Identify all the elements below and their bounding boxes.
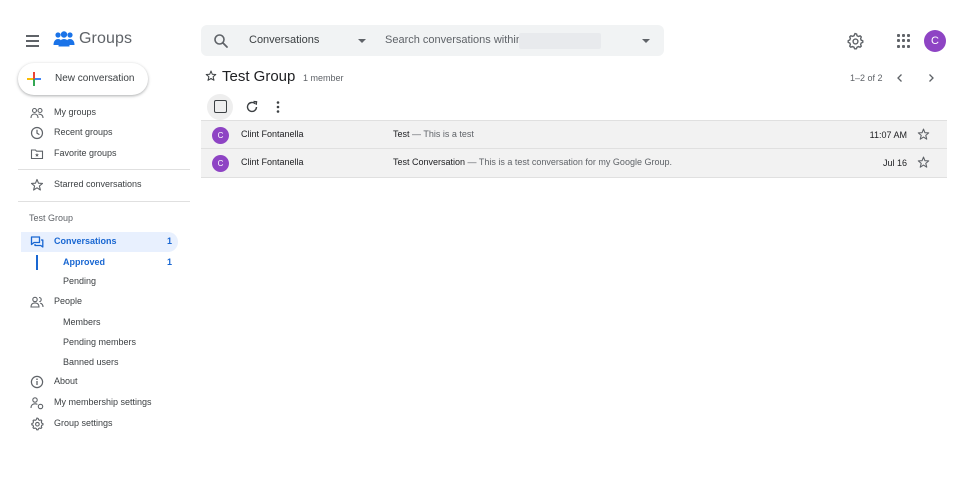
- star-conversation-icon[interactable]: [917, 156, 930, 169]
- search-icon[interactable]: [213, 33, 229, 49]
- account-avatar[interactable]: C: [924, 30, 946, 52]
- select-all-hover[interactable]: [207, 94, 233, 120]
- new-conversation-label: New conversation: [55, 73, 135, 84]
- grid-dot: [907, 34, 910, 37]
- settings-gear-icon[interactable]: [846, 32, 864, 50]
- search-group-chip: [519, 33, 601, 49]
- sidebar-item-about[interactable]: About: [0, 372, 190, 392]
- sidebar-item-conversations[interactable]: Conversations 1: [0, 232, 190, 252]
- sidebar-divider: [18, 169, 190, 170]
- conversation-subject-line: Test Conversation — This is a test conve…: [393, 157, 672, 167]
- chevron-right-icon[interactable]: [925, 72, 937, 84]
- sidebar-item-label: Banned users: [63, 357, 119, 367]
- member-count[interactable]: 1 member: [303, 73, 344, 83]
- person-settings-icon: [30, 397, 44, 410]
- grid-dot: [907, 39, 910, 43]
- caret-down-icon[interactable]: [358, 39, 366, 43]
- sidebar-item-membership-settings[interactable]: My membership settings: [0, 393, 190, 413]
- sidebar-item-banned-users[interactable]: Banned users: [0, 353, 190, 373]
- author-avatar: C: [212, 127, 229, 144]
- sidebar-item-pending[interactable]: Pending: [0, 272, 190, 292]
- conversations-icon: [30, 236, 44, 248]
- conversation-date: 11:07 AM: [869, 130, 907, 140]
- approved-count: 1: [167, 257, 173, 267]
- sidebar-item-approved[interactable]: Approved 1: [0, 253, 190, 273]
- conversation-author: Clint Fontanella: [241, 157, 304, 167]
- main-menu-button[interactable]: [24, 33, 44, 49]
- sidebar-item-label: Favorite groups: [54, 148, 117, 158]
- app-name: Groups: [79, 30, 133, 47]
- select-all-checkbox[interactable]: [214, 100, 227, 113]
- star-conversation-icon[interactable]: [917, 128, 930, 141]
- groups-people-icon: [53, 31, 75, 47]
- menu-bar: [26, 40, 39, 42]
- colorful-plus-icon: [27, 72, 41, 86]
- refresh-icon[interactable]: [245, 100, 259, 114]
- apps-grid-icon[interactable]: [897, 34, 911, 48]
- search-options-caret-icon[interactable]: [642, 39, 650, 43]
- search-scope-select[interactable]: Conversations: [249, 34, 319, 46]
- sidebar-item-label: People: [54, 296, 83, 306]
- conversation-date: Jul 16: [882, 158, 907, 168]
- grid-dot: [897, 39, 900, 43]
- sidebar-divider: [18, 201, 190, 202]
- star-outline-icon: [30, 178, 44, 191]
- grid-dot: [902, 39, 905, 43]
- sidebar-item-label: Pending members: [63, 337, 137, 347]
- conversation-snippet: — This is a test: [409, 129, 474, 139]
- sidebar-item-label: Starred conversations: [54, 179, 142, 189]
- sidebar-item-label: My membership settings: [54, 397, 152, 407]
- sidebar-item-label: About: [54, 376, 78, 386]
- sidebar-item-label: Members: [63, 317, 101, 327]
- grid-dot: [902, 34, 905, 37]
- chevron-left-icon[interactable]: [894, 72, 906, 84]
- sidebar-item-label: Pending: [63, 276, 97, 286]
- sidebar-item-group-settings[interactable]: Group settings: [0, 414, 190, 434]
- page-title: Test Group: [222, 68, 296, 85]
- search-bar[interactable]: Conversations Search conversations withi…: [201, 25, 664, 56]
- sidebar-item-label: Recent groups: [54, 127, 113, 137]
- people-outline-icon: [30, 107, 44, 119]
- sidebar-item-starred-conversations[interactable]: Starred conversations: [0, 175, 190, 195]
- sidebar-item-label: My groups: [54, 107, 97, 117]
- pagination-info: 1–2 of 2: [850, 73, 883, 83]
- conversations-count: 1: [167, 236, 173, 246]
- sidebar-item-favorite-groups[interactable]: Favorite groups: [0, 144, 190, 164]
- menu-bar: [26, 45, 39, 47]
- info-icon: [30, 375, 44, 389]
- search-input[interactable]: Search conversations within: [385, 34, 522, 46]
- conversation-row[interactable]: C Clint Fontanella Test Conversation — T…: [201, 149, 947, 178]
- gear-icon: [31, 417, 44, 431]
- menu-bar: [26, 35, 39, 37]
- sidebar-item-recent-groups[interactable]: Recent groups: [0, 123, 190, 143]
- clock-icon: [30, 126, 44, 140]
- group-section-title: Test Group: [29, 213, 74, 223]
- conversation-subject: Test: [393, 129, 410, 139]
- more-vert-icon[interactable]: [272, 100, 284, 114]
- new-conversation-button[interactable]: New conversation: [18, 63, 148, 95]
- sidebar-item-people[interactable]: People: [0, 292, 190, 312]
- star-group-icon[interactable]: [205, 70, 217, 82]
- grid-dot: [902, 44, 905, 48]
- folder-star-icon: [30, 149, 44, 160]
- people-icon: [30, 296, 44, 308]
- grid-dot: [897, 34, 900, 37]
- sidebar-item-members[interactable]: Members: [0, 313, 190, 333]
- sidebar-item-label: Group settings: [54, 418, 113, 428]
- grid-dot: [907, 44, 910, 48]
- sidebar-item-my-groups[interactable]: My groups: [0, 103, 190, 123]
- conversation-subject: Test Conversation: [393, 157, 466, 167]
- groups-logo[interactable]: Groups: [53, 30, 132, 48]
- conversation-author: Clint Fontanella: [241, 129, 304, 139]
- sidebar-item-pending-members[interactable]: Pending members: [0, 333, 190, 353]
- conversation-snippet: — This is a test conversation for my Goo…: [465, 157, 672, 167]
- sidebar-item-label: Conversations: [54, 236, 117, 246]
- conversation-subject-line: Test — This is a test: [393, 129, 474, 139]
- sidebar-item-label: Approved: [63, 257, 106, 267]
- conversation-row[interactable]: C Clint Fontanella Test — This is a test…: [201, 120, 947, 149]
- author-avatar: C: [212, 155, 229, 172]
- grid-dot: [897, 44, 900, 48]
